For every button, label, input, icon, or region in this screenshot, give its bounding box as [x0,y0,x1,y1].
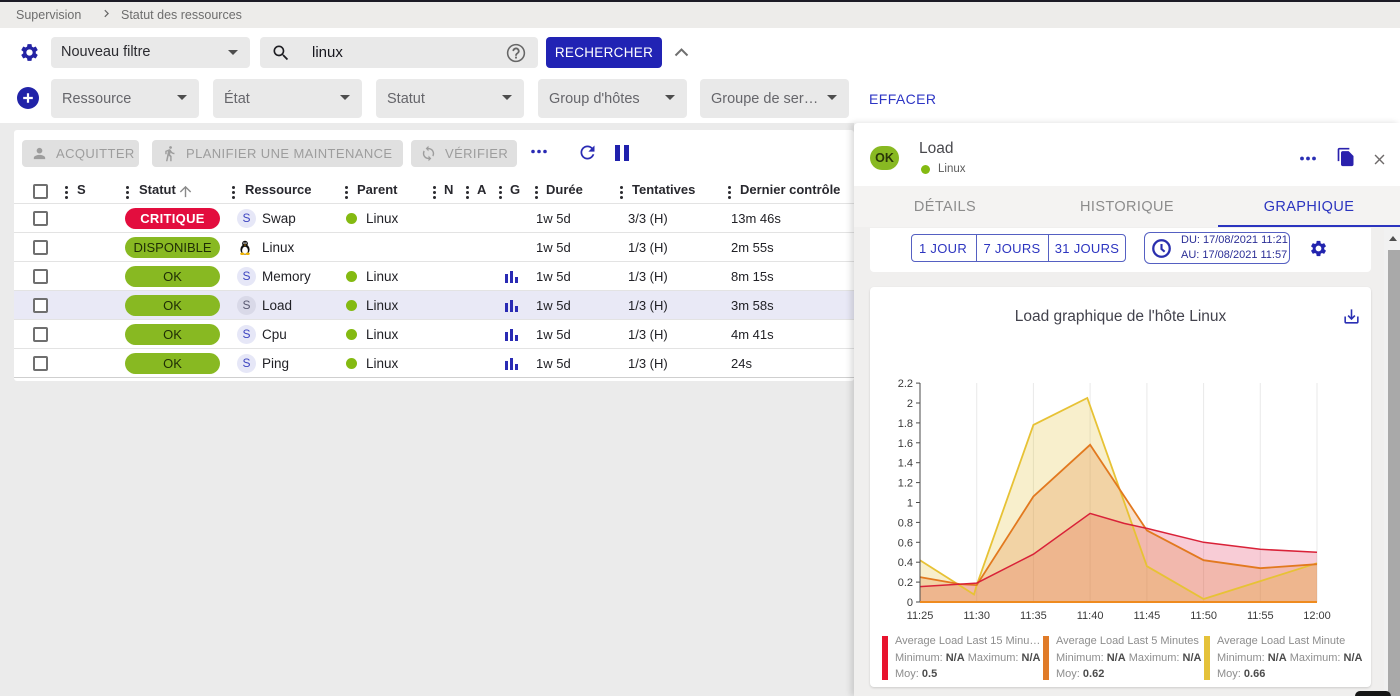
svg-text:0: 0 [907,597,913,609]
svg-text:2: 2 [907,398,913,410]
svg-text:1.2: 1.2 [898,478,913,490]
svg-text:1.8: 1.8 [898,418,913,430]
svg-text:1.4: 1.4 [898,458,913,470]
svg-text:11:55: 11:55 [1247,610,1274,622]
svg-text:11:35: 11:35 [1020,610,1047,622]
svg-text:1.6: 1.6 [898,438,913,450]
svg-text:1: 1 [907,498,913,510]
svg-text:0.8: 0.8 [898,517,913,529]
svg-text:11:30: 11:30 [963,610,990,622]
svg-text:11:45: 11:45 [1134,610,1161,622]
svg-text:2.2: 2.2 [898,378,913,390]
svg-text:11:25: 11:25 [907,610,934,622]
svg-text:0.6: 0.6 [898,537,913,549]
svg-text:12:00: 12:00 [1303,610,1331,622]
svg-text:0.2: 0.2 [898,577,913,589]
svg-text:11:50: 11:50 [1190,610,1217,622]
svg-text:0.4: 0.4 [898,557,913,569]
svg-text:11:40: 11:40 [1077,610,1104,622]
